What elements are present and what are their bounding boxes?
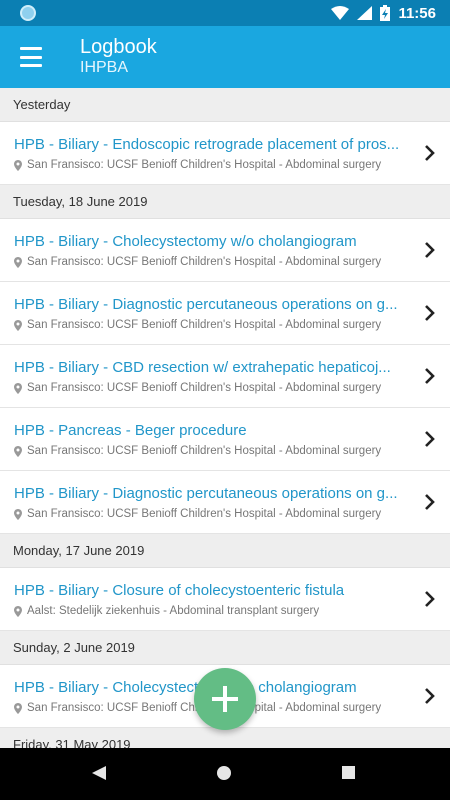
add-entry-button[interactable] <box>194 668 256 730</box>
logbook-list[interactable]: Yesterday HPB - Biliary - Endoscopic retr… <box>0 88 450 748</box>
app-bar: Logbook IHPBA <box>0 26 450 88</box>
entry-location-text: Aalst: Stedelijk ziekenhuis - Abdominal … <box>27 605 320 617</box>
logbook-entry[interactable]: HPB - Biliary - Endoscopic retrograde pl… <box>0 122 450 185</box>
chevron-right-icon <box>425 494 435 510</box>
entry-title: HPB - Biliary - Diagnostic percutaneous … <box>14 485 398 502</box>
logbook-entry[interactable]: HPB - Biliary - Diagnostic percutaneous … <box>0 282 450 345</box>
battery-charging-icon <box>380 5 391 21</box>
chevron-right-icon <box>425 368 435 384</box>
entry-location-text: San Fransisco: UCSF Benioff Children's H… <box>27 159 382 171</box>
chevron-right-icon <box>425 431 435 447</box>
location-pin-icon <box>14 445 22 457</box>
entry-location-text: San Fransisco: UCSF Benioff Children's H… <box>27 382 382 394</box>
status-time: 11:56 <box>398 4 436 22</box>
location-pin-icon <box>14 159 22 171</box>
chevron-right-icon <box>425 591 435 607</box>
status-icons: 11:56 <box>331 0 436 26</box>
logbook-entry[interactable]: HPB - Biliary - Cholecystectomy w/o chol… <box>0 219 450 282</box>
entry-title: HPB - Biliary - Cholecystectomy w/o chol… <box>14 233 357 250</box>
hamburger-menu-icon[interactable] <box>18 44 44 70</box>
location-pin-icon <box>14 702 22 714</box>
logbook-entry[interactable]: HPB - Biliary - Closure of cholecystoent… <box>0 568 450 631</box>
entry-location-text: San Fransisco: UCSF Benioff Children's H… <box>27 445 382 457</box>
section-header: Monday, 17 June 2019 <box>0 534 450 568</box>
status-bar: 11:56 <box>0 0 450 26</box>
recent-apps-icon[interactable] <box>342 766 355 779</box>
location-pin-icon <box>14 508 22 520</box>
section-header: Tuesday, 18 June 2019 <box>0 185 450 219</box>
chevron-right-icon <box>425 688 435 704</box>
entry-location: San Fransisco: UCSF Benioff Children's H… <box>14 256 409 268</box>
logbook-entry[interactable]: HPB - Biliary - CBD resection w/ extrahe… <box>0 345 450 408</box>
entry-location-text: San Fransisco: UCSF Benioff Children's H… <box>27 256 382 268</box>
chevron-right-icon <box>425 145 435 161</box>
entry-location-text: San Fransisco: UCSF Benioff Children's H… <box>27 319 382 331</box>
back-icon[interactable] <box>92 766 106 780</box>
entry-title: HPB - Biliary - Diagnostic percutaneous … <box>14 296 398 313</box>
section-header: Yesterday <box>0 88 450 122</box>
location-pin-icon <box>14 605 22 617</box>
entry-title: HPB - Biliary - Endoscopic retrograde pl… <box>14 136 400 153</box>
chevron-right-icon <box>425 242 435 258</box>
entry-location: San Fransisco: UCSF Benioff Children's H… <box>14 382 409 394</box>
entry-location-text: San Fransisco: UCSF Benioff Children's H… <box>27 508 382 520</box>
entry-title: HPB - Pancreas - Beger procedure <box>14 422 247 439</box>
location-pin-icon <box>14 319 22 331</box>
entry-location: San Fransisco: UCSF Benioff Children's H… <box>14 319 409 331</box>
logbook-entry[interactable]: HPB - Biliary - Diagnostic percutaneous … <box>0 471 450 534</box>
system-navigation-bar <box>0 748 450 800</box>
entry-location: San Fransisco: UCSF Benioff Children's H… <box>14 508 409 520</box>
entry-location: San Fransisco: UCSF Benioff Children's H… <box>14 159 409 171</box>
section-header: Sunday, 2 June 2019 <box>0 631 450 665</box>
section-header: Friday, 31 May 2019 <box>0 728 450 748</box>
location-pin-icon <box>14 382 22 394</box>
notification-icon <box>20 5 36 21</box>
plus-icon <box>212 686 238 712</box>
wifi-icon <box>331 6 350 20</box>
page-title: Logbook <box>80 36 157 58</box>
location-pin-icon <box>14 256 22 268</box>
home-icon[interactable] <box>217 766 231 780</box>
logbook-entry[interactable]: HPB - Pancreas - Beger procedure San Fran… <box>0 408 450 471</box>
signal-icon <box>357 6 373 20</box>
entry-location: Aalst: Stedelijk ziekenhuis - Abdominal … <box>14 605 409 617</box>
entry-location: San Fransisco: UCSF Benioff Children's H… <box>14 445 409 457</box>
chevron-right-icon <box>425 305 435 321</box>
entry-title: HPB - Biliary - Closure of cholecystoent… <box>14 582 345 599</box>
page-subtitle: IHPBA <box>80 59 129 76</box>
entry-title: HPB - Biliary - CBD resection w/ extrahe… <box>14 359 391 376</box>
